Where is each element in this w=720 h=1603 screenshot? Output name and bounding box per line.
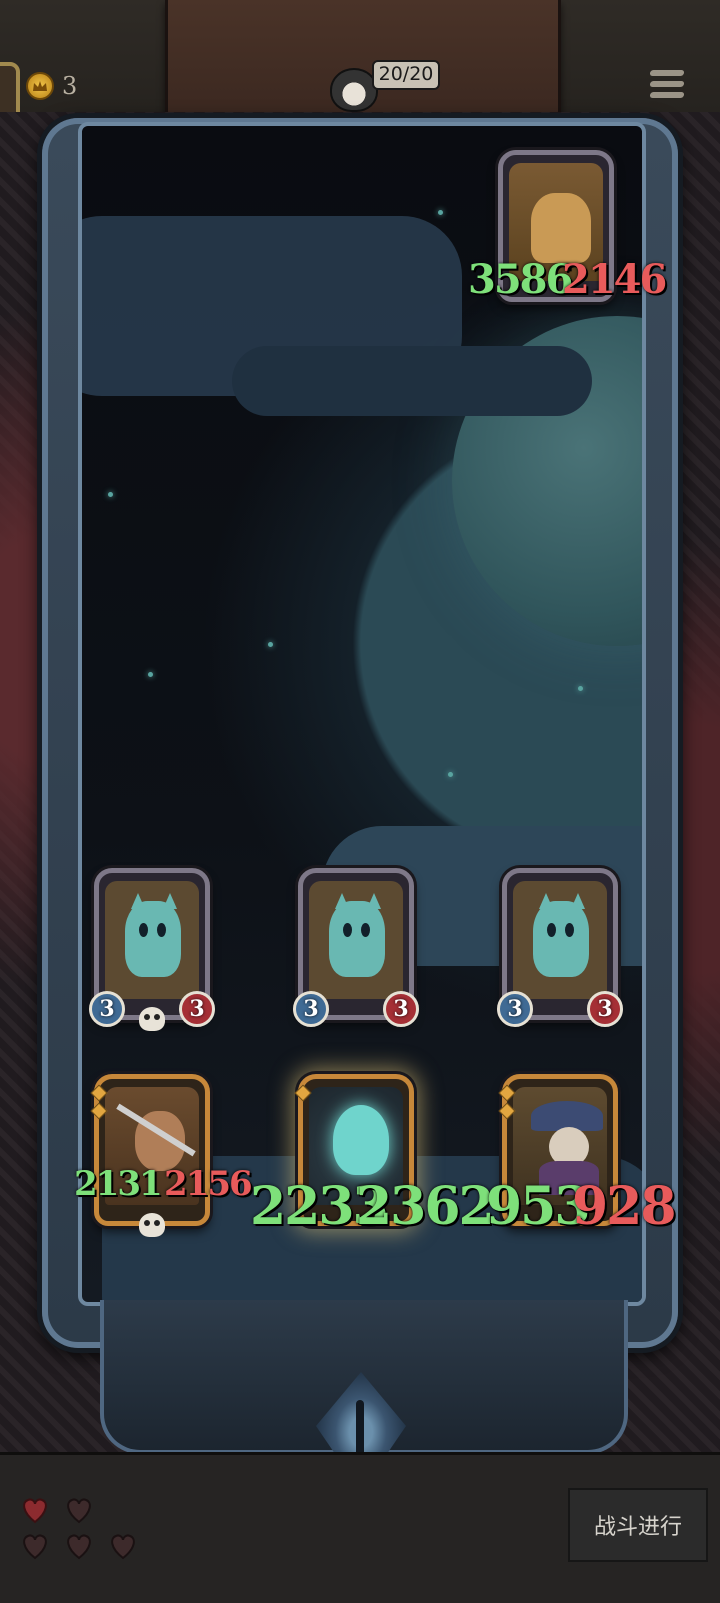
heart-icon bbox=[67, 1534, 91, 1560]
health-stat: 3 bbox=[179, 991, 215, 1027]
warrior-attack: 2131 bbox=[74, 1164, 163, 1204]
star bbox=[148, 672, 153, 677]
ghost-figure bbox=[533, 901, 589, 977]
heart-icon bbox=[111, 1534, 135, 1560]
enemy-boss-attack: 3586 bbox=[468, 256, 573, 303]
hero-portrait-icon[interactable] bbox=[330, 68, 378, 112]
health-stat: 3 bbox=[383, 991, 419, 1027]
witch-health: 928 bbox=[572, 1176, 677, 1237]
golem-figure bbox=[531, 193, 591, 263]
spirit-health: 2362 bbox=[356, 1176, 495, 1237]
star bbox=[578, 686, 583, 691]
spirit-flame-icon bbox=[333, 1105, 389, 1175]
enemy-boss-health: 2146 bbox=[562, 256, 667, 303]
heart-icon bbox=[23, 1534, 47, 1560]
ghost-art bbox=[309, 881, 403, 999]
star bbox=[438, 210, 443, 215]
heart-icon bbox=[23, 1498, 47, 1524]
menu-line-icon bbox=[649, 92, 685, 98]
ghost-figure bbox=[125, 901, 181, 977]
attack-stat: 3 bbox=[293, 991, 329, 1027]
heart-icon bbox=[67, 1498, 91, 1524]
menu-line-icon bbox=[649, 81, 685, 87]
ghost-art bbox=[105, 881, 199, 999]
battle-button[interactable]: 战斗进行 bbox=[568, 1488, 708, 1562]
ghost-art bbox=[513, 881, 607, 999]
menu-button[interactable] bbox=[649, 70, 685, 102]
crown-coin-icon bbox=[26, 72, 54, 100]
star bbox=[108, 492, 113, 497]
menu-line-icon bbox=[649, 70, 685, 76]
attack-stat: 3 bbox=[497, 991, 533, 1027]
skull-icon bbox=[139, 1007, 165, 1031]
deck-count: 20/20 bbox=[372, 60, 440, 90]
cloud bbox=[232, 346, 592, 416]
health-stat: 3 bbox=[587, 991, 623, 1027]
star bbox=[448, 772, 453, 777]
warrior-health: 2156 bbox=[164, 1164, 253, 1204]
attack-stat: 3 bbox=[89, 991, 125, 1027]
ghost-figure bbox=[329, 901, 385, 977]
enemy-ghost-card[interactable]: 3 3 bbox=[497, 868, 623, 1027]
star bbox=[268, 642, 273, 647]
enemy-ghost-card[interactable]: 3 3 bbox=[89, 868, 215, 1031]
enemy-ghost-card[interactable]: 3 3 bbox=[293, 868, 419, 1027]
skull-icon bbox=[139, 1213, 165, 1237]
coin-count: 3 bbox=[62, 72, 78, 100]
